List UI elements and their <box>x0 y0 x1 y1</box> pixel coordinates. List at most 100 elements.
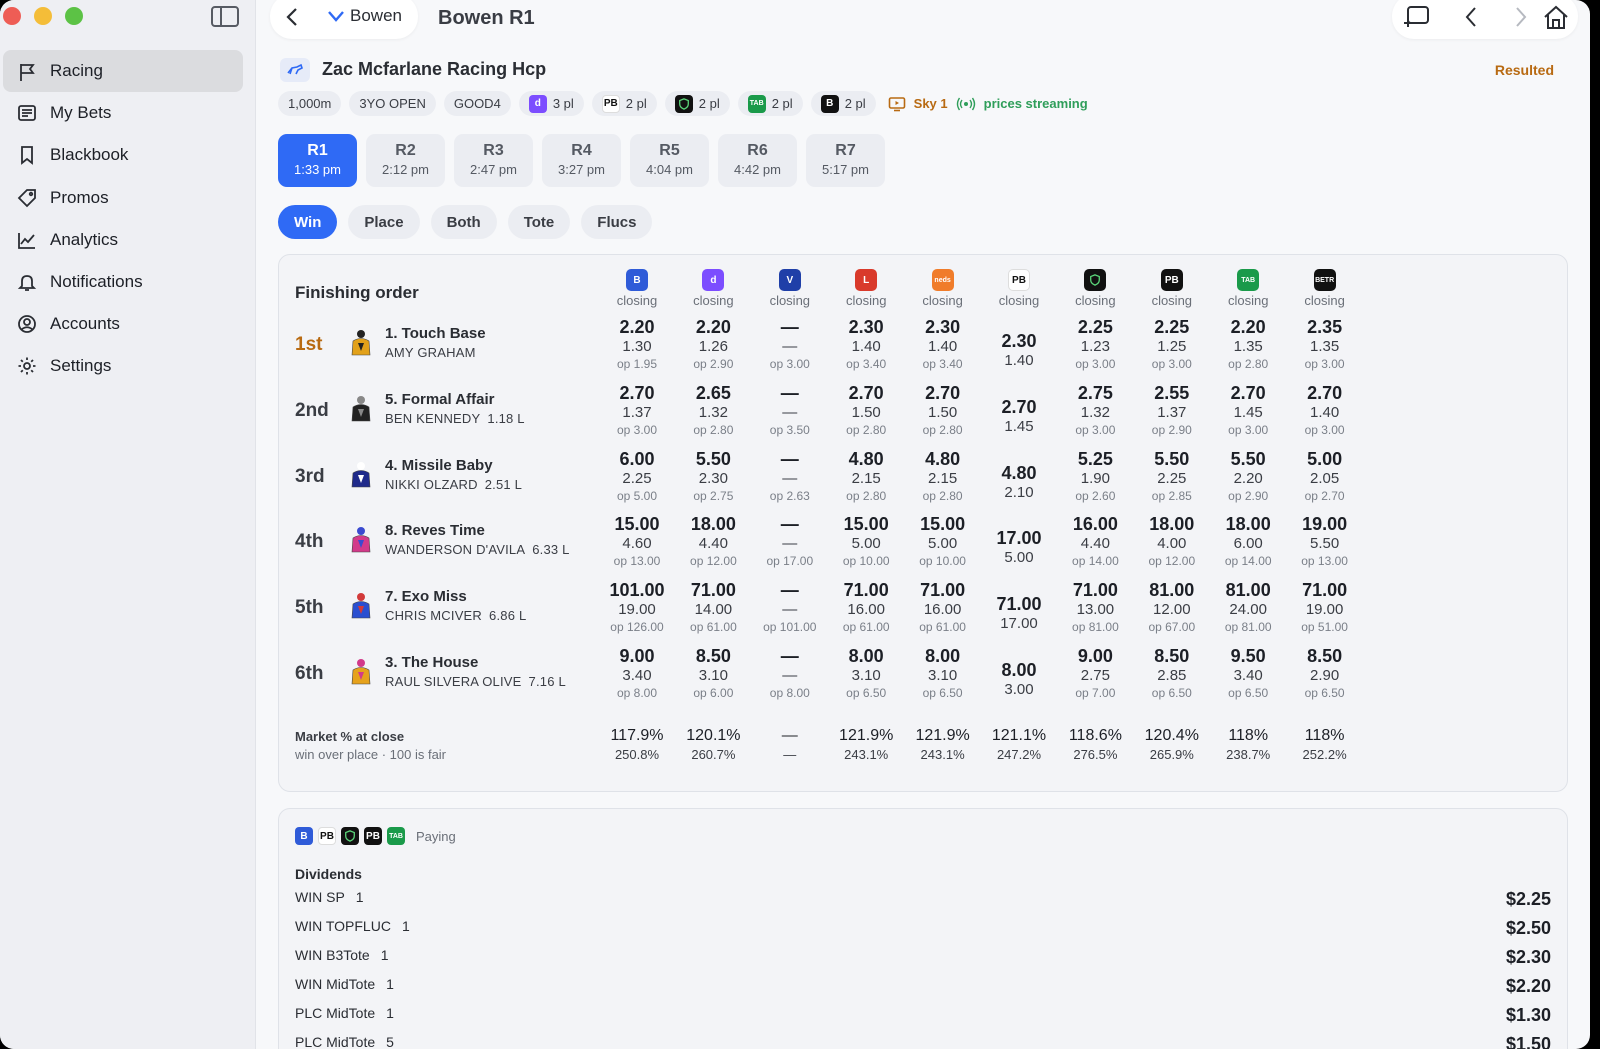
odds-cell[interactable]: 5.50 2.25 op 2.85 <box>1134 449 1210 505</box>
odds-cell[interactable]: 2.70 1.40 op 3.00 <box>1287 383 1363 439</box>
odds-cell[interactable]: 2.30 1.40 <box>981 331 1057 370</box>
odds-cell[interactable]: 9.00 3.40 op 8.00 <box>599 646 675 702</box>
home-button[interactable] <box>1542 4 1570 30</box>
bookmaker-column-header[interactable]: neds closing <box>905 269 981 308</box>
sidebar-toggle-icon[interactable] <box>211 6 239 27</box>
venue-selector[interactable]: Bowen <box>326 6 402 26</box>
odds-cell[interactable]: 15.00 4.60 op 13.00 <box>599 514 675 570</box>
race-tab-r3[interactable]: R3 2:47 pm <box>454 134 533 187</box>
runner-name[interactable]: 1. Touch Base <box>385 325 486 342</box>
odds-cell[interactable]: 9.50 3.40 op 6.50 <box>1210 646 1286 702</box>
odds-cell[interactable]: 71.00 19.00 op 51.00 <box>1287 580 1363 636</box>
tab-flucs[interactable]: Flucs <box>581 205 653 239</box>
odds-cell[interactable]: 18.00 6.00 op 14.00 <box>1210 514 1286 570</box>
bookmaker-column-header[interactable]: Vclosing <box>752 269 828 308</box>
race-tab-r6[interactable]: R6 4:42 pm <box>718 134 797 187</box>
odds-cell[interactable]: 19.00 5.50 op 13.00 <box>1287 514 1363 570</box>
race-tab-r4[interactable]: R4 3:27 pm <box>542 134 621 187</box>
odds-cell[interactable]: — — op 17.00 <box>752 514 828 570</box>
odds-cell[interactable]: 2.55 1.37 op 2.90 <box>1134 383 1210 439</box>
odds-cell[interactable]: 15.00 5.00 op 10.00 <box>905 514 981 570</box>
odds-cell[interactable]: 71.00 13.00 op 81.00 <box>1057 580 1133 636</box>
tab-both[interactable]: Both <box>430 205 497 239</box>
sidebar-item-analytics[interactable]: Analytics <box>3 219 243 261</box>
odds-cell[interactable]: — — op 2.63 <box>752 449 828 505</box>
odds-cell[interactable]: 71.00 17.00 <box>981 594 1057 633</box>
runner-name[interactable]: 3. The House <box>385 654 478 671</box>
odds-cell[interactable]: — — op 8.00 <box>752 646 828 702</box>
sidebar-item-blackbook[interactable]: Blackbook <box>3 134 243 176</box>
tab-win[interactable]: Win <box>278 205 338 239</box>
odds-cell[interactable]: 8.00 3.10 op 6.50 <box>828 646 904 702</box>
race-tab-r1[interactable]: R1 1:33 pm <box>278 134 357 187</box>
odds-cell[interactable]: 81.00 12.00 op 67.00 <box>1134 580 1210 636</box>
odds-cell[interactable]: 2.70 1.45 <box>981 397 1057 436</box>
odds-cell[interactable]: 2.70 1.37 op 3.00 <box>599 383 675 439</box>
bookmaker-column-header[interactable]: BETR closing <box>1287 269 1363 308</box>
odds-cell[interactable]: 18.00 4.40 op 12.00 <box>675 514 751 570</box>
stream-info[interactable]: Sky 1 prices streaming <box>888 96 1088 112</box>
add-window-button[interactable] <box>1402 4 1430 30</box>
odds-cell[interactable]: — — op 3.00 <box>752 317 828 373</box>
sidebar-item-my-bets[interactable]: My Bets <box>3 92 243 134</box>
minimize-window-button[interactable] <box>34 7 52 25</box>
bookmaker-column-header[interactable]: Bclosing <box>599 269 675 308</box>
odds-cell[interactable]: 71.00 16.00 op 61.00 <box>905 580 981 636</box>
sidebar-item-racing[interactable]: Racing <box>3 50 243 92</box>
sidebar-item-accounts[interactable]: Accounts <box>3 303 243 345</box>
sidebar-item-settings[interactable]: Settings <box>3 345 243 387</box>
odds-cell[interactable]: 8.00 3.10 op 6.50 <box>905 646 981 702</box>
runner-name[interactable]: 4. Missile Baby <box>385 457 493 474</box>
back-button[interactable] <box>282 6 304 28</box>
odds-cell[interactable]: 5.25 1.90 op 2.60 <box>1057 449 1133 505</box>
odds-cell[interactable]: 2.25 1.25 op 3.00 <box>1134 317 1210 373</box>
odds-cell[interactable]: 8.00 3.00 <box>981 660 1057 699</box>
odds-cell[interactable]: 16.00 4.40 op 14.00 <box>1057 514 1133 570</box>
bookmaker-column-header[interactable]: closing <box>1057 269 1133 308</box>
odds-cell[interactable]: 18.00 4.00 op 12.00 <box>1134 514 1210 570</box>
odds-cell[interactable]: 8.50 3.10 op 6.00 <box>675 646 751 702</box>
odds-cell[interactable]: 9.00 2.75 op 7.00 <box>1057 646 1133 702</box>
odds-cell[interactable]: 2.70 1.45 op 3.00 <box>1210 383 1286 439</box>
odds-cell[interactable]: 2.20 1.30 op 1.95 <box>599 317 675 373</box>
odds-cell[interactable]: 71.00 14.00 op 61.00 <box>675 580 751 636</box>
odds-cell[interactable]: 2.75 1.32 op 3.00 <box>1057 383 1133 439</box>
odds-cell[interactable]: — — op 3.50 <box>752 383 828 439</box>
bookmaker-column-header[interactable]: PB closing <box>981 269 1057 308</box>
odds-cell[interactable]: 2.30 1.40 op 3.40 <box>828 317 904 373</box>
bookmaker-column-header[interactable]: d closing <box>675 269 751 308</box>
odds-cell[interactable]: 71.00 16.00 op 61.00 <box>828 580 904 636</box>
odds-cell[interactable]: 5.50 2.20 op 2.90 <box>1210 449 1286 505</box>
race-tab-r5[interactable]: R5 4:04 pm <box>630 134 709 187</box>
bookmaker-column-header[interactable]: Lclosing <box>828 269 904 308</box>
race-tab-r2[interactable]: R2 2:12 pm <box>366 134 445 187</box>
odds-cell[interactable]: 2.65 1.32 op 2.80 <box>675 383 751 439</box>
odds-cell[interactable]: 101.00 19.00 op 126.00 <box>599 580 675 636</box>
runner-name[interactable]: 5. Formal Affair <box>385 391 494 408</box>
odds-cell[interactable]: 15.00 5.00 op 10.00 <box>828 514 904 570</box>
odds-cell[interactable]: 8.50 2.90 op 6.50 <box>1287 646 1363 702</box>
odds-cell[interactable]: 4.80 2.15 op 2.80 <box>905 449 981 505</box>
odds-cell[interactable]: 2.70 1.50 op 2.80 <box>905 383 981 439</box>
odds-cell[interactable]: 17.00 5.00 <box>981 528 1057 567</box>
sidebar-item-notifications[interactable]: Notifications <box>3 261 243 303</box>
tab-tote[interactable]: Tote <box>507 205 571 239</box>
odds-cell[interactable]: 2.35 1.35 op 3.00 <box>1287 317 1363 373</box>
odds-cell[interactable]: 5.50 2.30 op 2.75 <box>675 449 751 505</box>
odds-cell[interactable]: 2.25 1.23 op 3.00 <box>1057 317 1133 373</box>
odds-cell[interactable]: — — op 101.00 <box>752 580 828 636</box>
odds-cell[interactable]: 2.30 1.40 op 3.40 <box>905 317 981 373</box>
odds-cell[interactable]: 5.00 2.05 op 2.70 <box>1287 449 1363 505</box>
runner-name[interactable]: 7. Exo Miss <box>385 588 467 605</box>
odds-cell[interactable]: 2.70 1.50 op 2.80 <box>828 383 904 439</box>
odds-cell[interactable]: 6.00 2.25 op 5.00 <box>599 449 675 505</box>
odds-cell[interactable]: 4.80 2.10 <box>981 463 1057 502</box>
maximize-window-button[interactable] <box>65 7 83 25</box>
runner-name[interactable]: 8. Reves Time <box>385 522 485 539</box>
bookmaker-column-header[interactable]: PB closing <box>1134 269 1210 308</box>
close-window-button[interactable] <box>3 7 21 25</box>
bookmaker-column-header[interactable]: TAB closing <box>1210 269 1286 308</box>
history-forward-button[interactable] <box>1506 4 1534 30</box>
tab-place[interactable]: Place <box>348 205 420 239</box>
sidebar-item-promos[interactable]: Promos <box>3 177 243 219</box>
